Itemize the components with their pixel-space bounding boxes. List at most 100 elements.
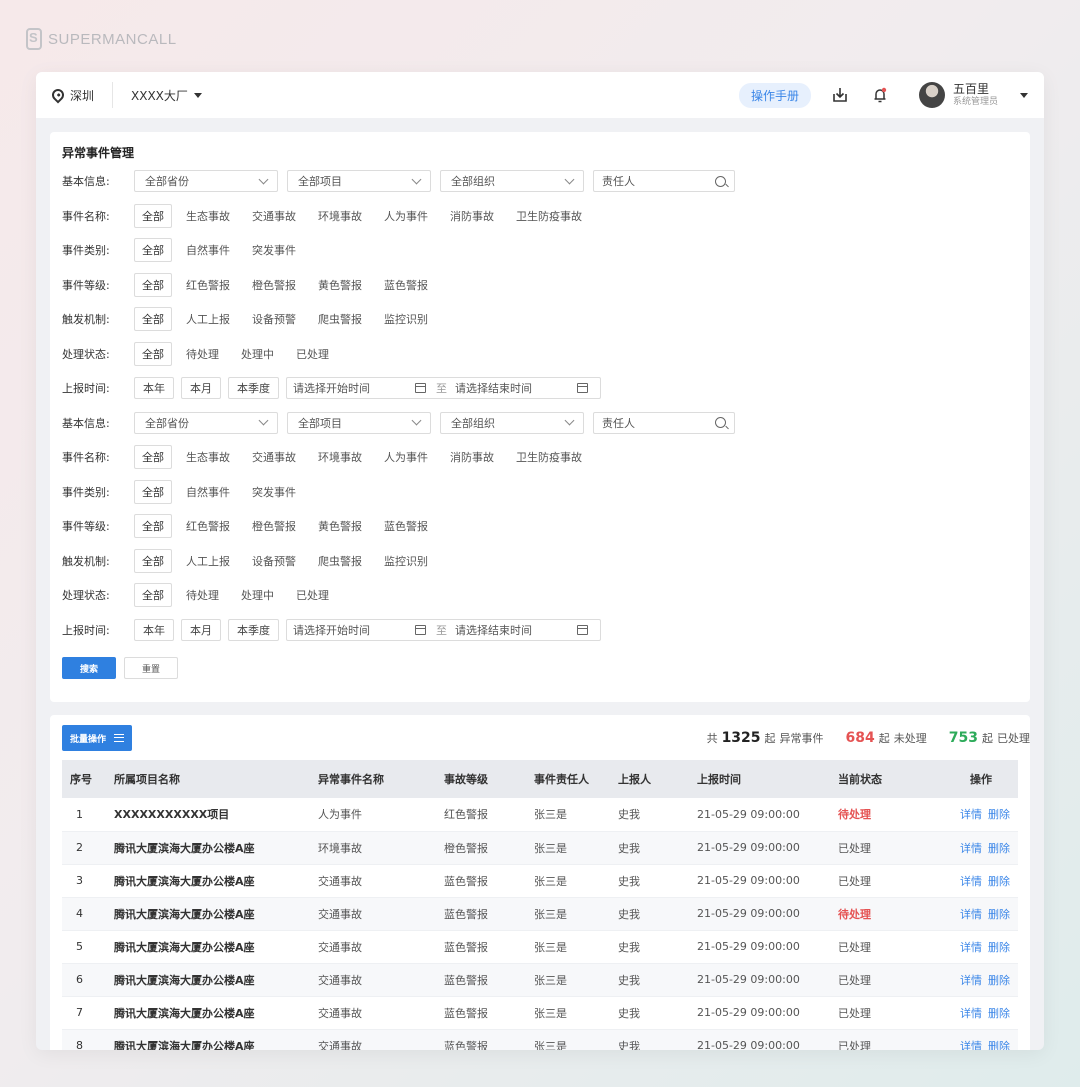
filter-tag[interactable]: 人为事件 xyxy=(376,445,436,469)
project-name: XXXXXXXXXXX项目 xyxy=(106,798,310,832)
filter-tag[interactable]: 黄色警报 xyxy=(310,273,370,297)
period-button[interactable]: 本年 xyxy=(134,618,174,641)
period-button[interactable]: 本月 xyxy=(181,618,221,641)
filter-tag[interactable]: 全部 xyxy=(134,272,172,297)
filter-tag[interactable]: 待处理 xyxy=(178,583,227,607)
filter-tag[interactable]: 红色警报 xyxy=(178,273,238,297)
filter-tag[interactable]: 全部 xyxy=(134,514,172,539)
detail-link[interactable]: 详情 xyxy=(960,1007,982,1020)
download-icon[interactable] xyxy=(831,86,849,104)
filter-tag[interactable]: 已处理 xyxy=(288,583,337,607)
filter-tag[interactable]: 设备预警 xyxy=(244,307,304,331)
filter-tag[interactable]: 设备预警 xyxy=(244,549,304,573)
filter-tag[interactable]: 人工上报 xyxy=(178,549,238,573)
filter-tag[interactable]: 爬虫警报 xyxy=(310,307,370,331)
date-range-picker[interactable]: 请选择开始时间 至请选择结束时间 xyxy=(286,377,601,400)
filter-tag[interactable]: 消防事故 xyxy=(442,445,502,469)
delete-link[interactable]: 删除 xyxy=(988,1040,1010,1051)
filter-tag[interactable]: 全部 xyxy=(134,548,172,573)
period-button[interactable]: 本月 xyxy=(181,377,221,400)
search-icon[interactable] xyxy=(715,417,726,429)
period-button[interactable]: 本季度 xyxy=(228,377,279,400)
filter-tag[interactable]: 全部 xyxy=(134,583,172,608)
filter-tag[interactable]: 已处理 xyxy=(288,342,337,366)
filter-tag[interactable]: 环境事故 xyxy=(310,204,370,228)
filter-tag[interactable]: 生态事故 xyxy=(178,445,238,469)
filter-tag[interactable]: 生态事故 xyxy=(178,204,238,228)
filter-tag[interactable]: 全部 xyxy=(134,238,172,263)
filter-tag[interactable]: 蓝色警报 xyxy=(376,514,436,538)
delete-link[interactable]: 删除 xyxy=(988,941,1010,954)
user-menu[interactable]: 五百里 系统管理员 xyxy=(918,82,1028,108)
delete-link[interactable]: 删除 xyxy=(988,1007,1010,1020)
owner-search-input[interactable]: 责任人 xyxy=(593,411,735,434)
org-select[interactable]: 全部组织 xyxy=(440,170,584,193)
delete-link[interactable]: 删除 xyxy=(988,808,1010,821)
filter-tag[interactable]: 监控识别 xyxy=(376,307,436,331)
detail-link[interactable]: 详情 xyxy=(960,875,982,888)
filter-tag[interactable]: 全部 xyxy=(134,203,172,228)
filter-tag[interactable]: 全部 xyxy=(134,307,172,332)
filter-tag[interactable]: 全部 xyxy=(134,445,172,470)
filter-tag[interactable]: 自然事件 xyxy=(178,480,238,504)
filter-tag[interactable]: 处理中 xyxy=(233,342,282,366)
filter-tag[interactable]: 红色警报 xyxy=(178,514,238,538)
filter-tag[interactable]: 卫生防疫事故 xyxy=(508,445,590,469)
filter-tag[interactable]: 卫生防疫事故 xyxy=(508,204,590,228)
period-button[interactable]: 本季度 xyxy=(228,618,279,641)
bell-icon[interactable] xyxy=(871,86,889,104)
filter-tag[interactable]: 全部 xyxy=(134,479,172,504)
table-row: 7 腾讯大厦滨海大厦办公楼A座 交通事故 蓝色警报 张三是 史我 21-05-29 09:0… xyxy=(62,996,1018,1030)
province-select[interactable]: 全部省份 xyxy=(134,411,278,434)
filter-tag[interactable]: 交通事故 xyxy=(244,445,304,469)
filter-tag[interactable]: 橙色警报 xyxy=(244,273,304,297)
manual-button[interactable]: 操作手册 xyxy=(738,82,811,108)
reset-button[interactable]: 重置 xyxy=(124,657,178,679)
detail-link[interactable]: 详情 xyxy=(960,974,982,987)
org-select[interactable]: 全部组织 xyxy=(440,411,584,434)
filter-tag[interactable]: 环境事故 xyxy=(310,445,370,469)
period-button[interactable]: 本年 xyxy=(134,377,174,400)
start-date-input[interactable]: 请选择开始时间 xyxy=(293,622,411,638)
filter-tag[interactable]: 全部 xyxy=(134,341,172,366)
delete-link[interactable]: 删除 xyxy=(988,908,1010,921)
filter-tag[interactable]: 爬虫警报 xyxy=(310,549,370,573)
end-date-input[interactable]: 请选择结束时间 xyxy=(455,622,573,638)
filter-tag[interactable]: 突发事件 xyxy=(244,480,304,504)
detail-link[interactable]: 详情 xyxy=(960,1040,982,1051)
search-icon[interactable] xyxy=(715,175,726,187)
filter-tag[interactable]: 消防事故 xyxy=(442,204,502,228)
start-date-input[interactable]: 请选择开始时间 xyxy=(293,380,411,396)
filter-tag[interactable]: 橙色警报 xyxy=(244,514,304,538)
filter-tag[interactable]: 待处理 xyxy=(178,342,227,366)
search-button[interactable]: 搜索 xyxy=(62,657,116,679)
location-selector[interactable]: 深圳 xyxy=(49,82,114,108)
filter-tag[interactable]: 突发事件 xyxy=(244,238,304,262)
batch-operation-button[interactable]: 批量操作 xyxy=(62,725,133,751)
date-range-picker[interactable]: 请选择开始时间 至请选择结束时间 xyxy=(286,618,601,641)
project-select[interactable]: 全部项目 xyxy=(287,411,431,434)
detail-link[interactable]: 详情 xyxy=(960,842,982,855)
factory-selector[interactable]: XXXX大厂 xyxy=(113,87,202,104)
detail-link[interactable]: 详情 xyxy=(960,808,982,821)
factory-label: XXXX大厂 xyxy=(131,88,188,103)
stats-total-suffix: 异常事件 xyxy=(779,732,824,745)
filter-tag[interactable]: 人工上报 xyxy=(178,307,238,331)
province-select[interactable]: 全部省份 xyxy=(134,170,278,193)
filter-tag[interactable]: 黄色警报 xyxy=(310,514,370,538)
filter-tag[interactable]: 自然事件 xyxy=(178,238,238,262)
filter-tag[interactable]: 监控识别 xyxy=(376,549,436,573)
event-owner: 张三是 xyxy=(526,897,610,931)
delete-link[interactable]: 删除 xyxy=(988,974,1010,987)
end-date-input[interactable]: 请选择结束时间 xyxy=(455,380,573,396)
filter-tag[interactable]: 蓝色警报 xyxy=(376,273,436,297)
filter-tag[interactable]: 处理中 xyxy=(233,583,282,607)
owner-search-input[interactable]: 责任人 xyxy=(593,170,735,193)
delete-link[interactable]: 删除 xyxy=(988,842,1010,855)
filter-tag[interactable]: 交通事故 xyxy=(244,204,304,228)
detail-link[interactable]: 详情 xyxy=(960,941,982,954)
detail-link[interactable]: 详情 xyxy=(960,908,982,921)
delete-link[interactable]: 删除 xyxy=(988,875,1010,888)
filter-tag[interactable]: 人为事件 xyxy=(376,204,436,228)
project-select[interactable]: 全部项目 xyxy=(287,170,431,193)
